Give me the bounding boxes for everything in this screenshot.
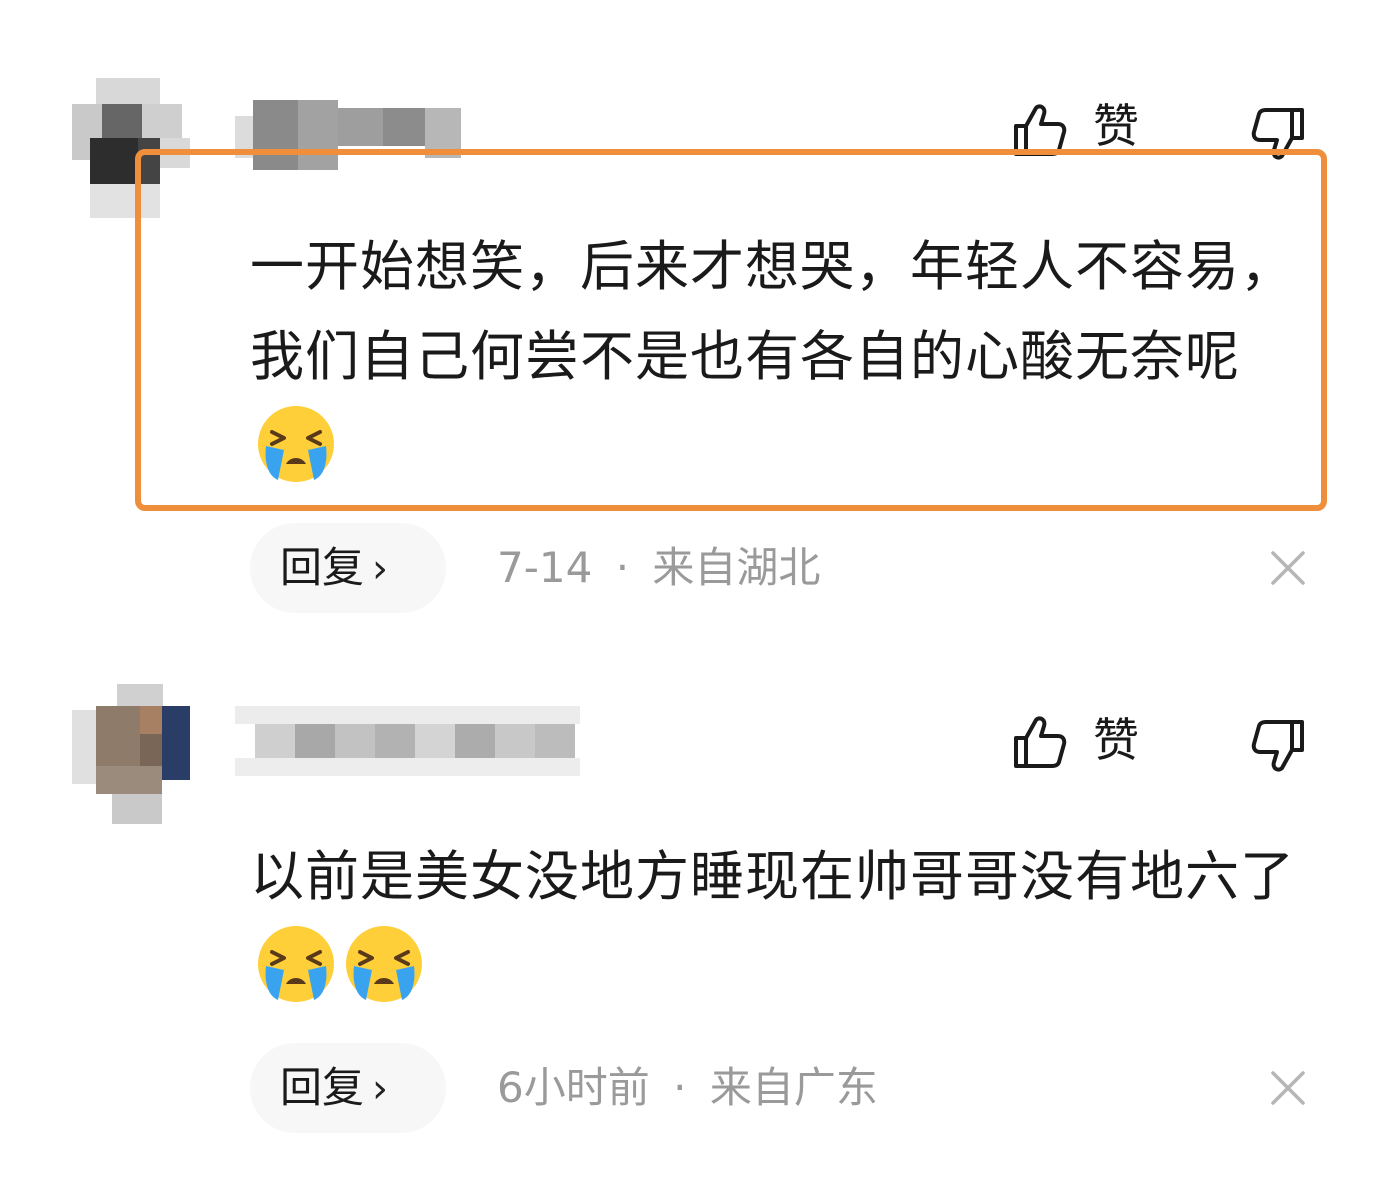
comment-date: 6小时前	[497, 1063, 650, 1112]
chevron-right-icon: ›	[372, 546, 389, 592]
comment-meta: 6小时前 · 来自广东	[497, 1058, 878, 1118]
crying-emoji-icon	[258, 926, 334, 1002]
thumbs-down-icon[interactable]	[1248, 716, 1308, 776]
close-icon[interactable]	[1270, 1070, 1306, 1106]
crying-emoji-icon	[346, 926, 422, 1002]
comment-location: 来自湖北	[652, 543, 821, 592]
like-label[interactable]: 赞	[1093, 710, 1139, 770]
crying-emoji-icon	[258, 406, 334, 482]
meta-separator: ·	[673, 1063, 687, 1112]
comment-date: 7-14	[497, 543, 593, 592]
comment-text: 以前是美女没地方睡现在帅哥哥没有地六了	[250, 832, 1310, 1021]
like-label[interactable]: 赞	[1093, 96, 1139, 156]
reply-label: 回复	[280, 1063, 365, 1112]
comment-body: 一开始想笑，后来才想哭，年轻人不容易，我们自己何尝不是也有各自的心酸无奈呢	[250, 235, 1295, 388]
reply-button[interactable]: 回复 ›	[250, 1043, 446, 1133]
comment-location: 来自广东	[709, 1063, 878, 1112]
comment-body: 以前是美女没地方睡现在帅哥哥没有地六了	[250, 845, 1295, 908]
avatar[interactable]	[72, 684, 192, 824]
reply-button[interactable]: 回复 ›	[250, 523, 446, 613]
chevron-right-icon: ›	[372, 1066, 389, 1112]
reply-label: 回复	[280, 543, 365, 592]
comment-text: 一开始想笑，后来才想哭，年轻人不容易，我们自己何尝不是也有各自的心酸无奈呢	[250, 222, 1310, 501]
username[interactable]	[235, 706, 580, 776]
thumbs-up-icon[interactable]	[1010, 712, 1070, 772]
meta-separator: ·	[615, 543, 630, 592]
comment-meta: 7-14 · 来自湖北	[497, 538, 820, 598]
close-icon[interactable]	[1270, 550, 1306, 586]
